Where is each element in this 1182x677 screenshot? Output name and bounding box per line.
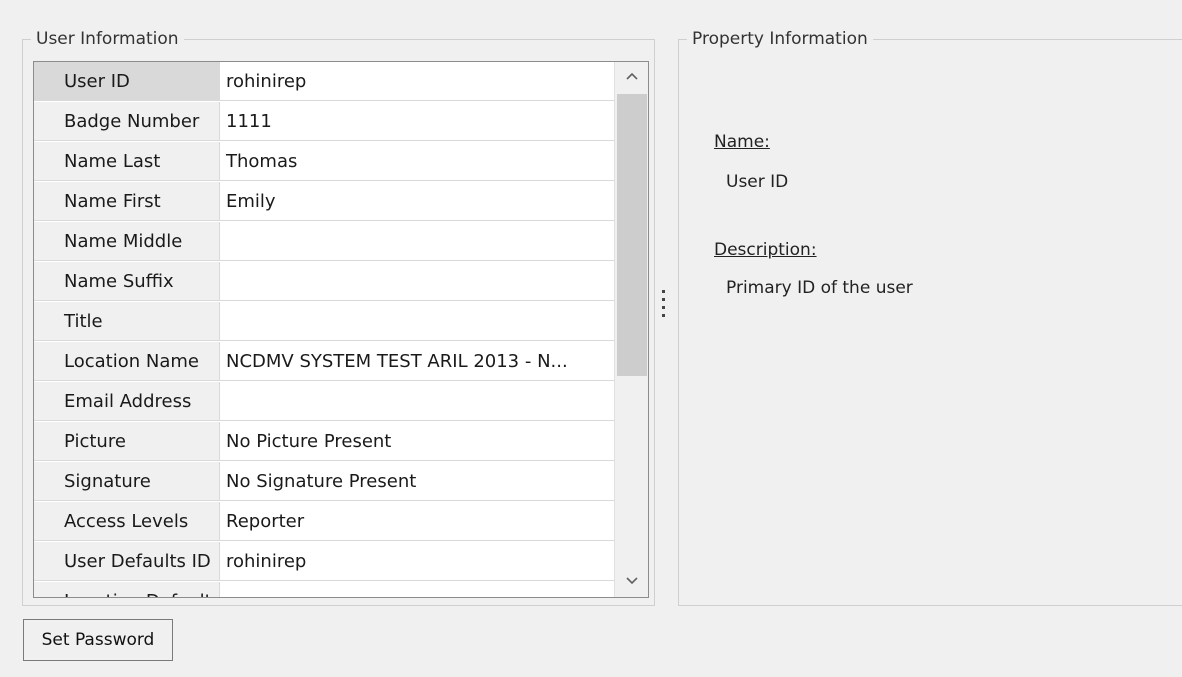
grid-row-name[interactable]: Name Middle [34, 222, 220, 261]
grid-row-name[interactable]: Signature [34, 462, 220, 501]
grid-row-name[interactable]: Location Name [34, 342, 220, 381]
grid-row-value[interactable] [220, 382, 614, 421]
grid-row[interactable]: Title [34, 302, 614, 342]
property-name-label: Name: [714, 132, 770, 152]
set-password-button[interactable]: Set Password [23, 619, 173, 661]
grid-row[interactable]: Email Address [34, 382, 614, 422]
grid-row[interactable]: User Defaults ID rohinirep [34, 542, 614, 582]
grid-row-value[interactable]: rohinirep [220, 542, 614, 581]
scroll-thumb[interactable] [617, 94, 647, 376]
user-information-title: User Information [31, 27, 184, 51]
grid-row[interactable]: Name First Emily [34, 182, 614, 222]
grid-scrollbar[interactable] [614, 62, 648, 597]
grid-row[interactable]: Name Last Thomas [34, 142, 614, 182]
grid-row[interactable]: Access Levels Reporter [34, 502, 614, 542]
grid-row[interactable]: Name Suffix [34, 262, 614, 302]
chevron-down-icon[interactable] [615, 567, 648, 597]
grid-row-name[interactable]: Title [34, 302, 220, 341]
grid-row[interactable]: Signature No Signature Present [34, 462, 614, 502]
property-name-value: User ID [726, 172, 789, 192]
grid-row-value[interactable]: 1111 [220, 102, 614, 141]
grid-row-value[interactable]: NCDMV SYSTEM TEST ARIL 2013 - N... [220, 342, 614, 381]
grid-row-name[interactable]: Name First [34, 182, 220, 221]
grid-row-value[interactable]: Reporter [220, 502, 614, 541]
grid-row-value[interactable]: Thomas [220, 142, 614, 181]
grid-row[interactable]: Badge Number 1111 [34, 102, 614, 142]
grid-row-name[interactable]: Email Address [34, 382, 220, 421]
grid-row[interactable]: Picture No Picture Present [34, 422, 614, 462]
grid-row-name[interactable]: Name Suffix [34, 262, 220, 301]
grid-row[interactable]: Location Default [34, 582, 614, 597]
grid-row-value[interactable] [220, 302, 614, 341]
grid-row-value[interactable]: No Signature Present [220, 462, 614, 501]
grid-row[interactable]: Name Middle [34, 222, 614, 262]
grid-row-value[interactable]: No Picture Present [220, 422, 614, 461]
grid-row[interactable]: User ID rohinirep [34, 62, 614, 102]
property-information-group: Property Information [678, 27, 1182, 606]
grid-row-name[interactable]: User Defaults ID [34, 542, 220, 581]
panel-splitter[interactable] [661, 290, 667, 330]
property-description-label: Description: [714, 240, 817, 260]
grid-row-name[interactable]: Location Default [34, 582, 220, 597]
property-information-title: Property Information [687, 27, 873, 51]
grid-row-value[interactable]: Emily [220, 182, 614, 221]
grid-row[interactable]: Location Name NCDMV SYSTEM TEST ARIL 201… [34, 342, 614, 382]
grid-row-name[interactable]: User ID [34, 62, 220, 101]
grid-row-name[interactable]: Name Last [34, 142, 220, 181]
grid-row-name[interactable]: Access Levels [34, 502, 220, 541]
grid-row-value[interactable] [220, 222, 614, 261]
grid-row-name[interactable]: Picture [34, 422, 220, 461]
grid-row-name[interactable]: Badge Number [34, 102, 220, 141]
grid-row-value[interactable] [220, 582, 614, 597]
chevron-up-icon[interactable] [615, 62, 648, 92]
grid-row-value[interactable]: rohinirep [220, 62, 614, 101]
grid-row-value[interactable] [220, 262, 614, 301]
property-description-value: Primary ID of the user [726, 278, 913, 298]
property-grid[interactable]: User ID rohinirep Badge Number 1111 Name… [33, 61, 649, 598]
